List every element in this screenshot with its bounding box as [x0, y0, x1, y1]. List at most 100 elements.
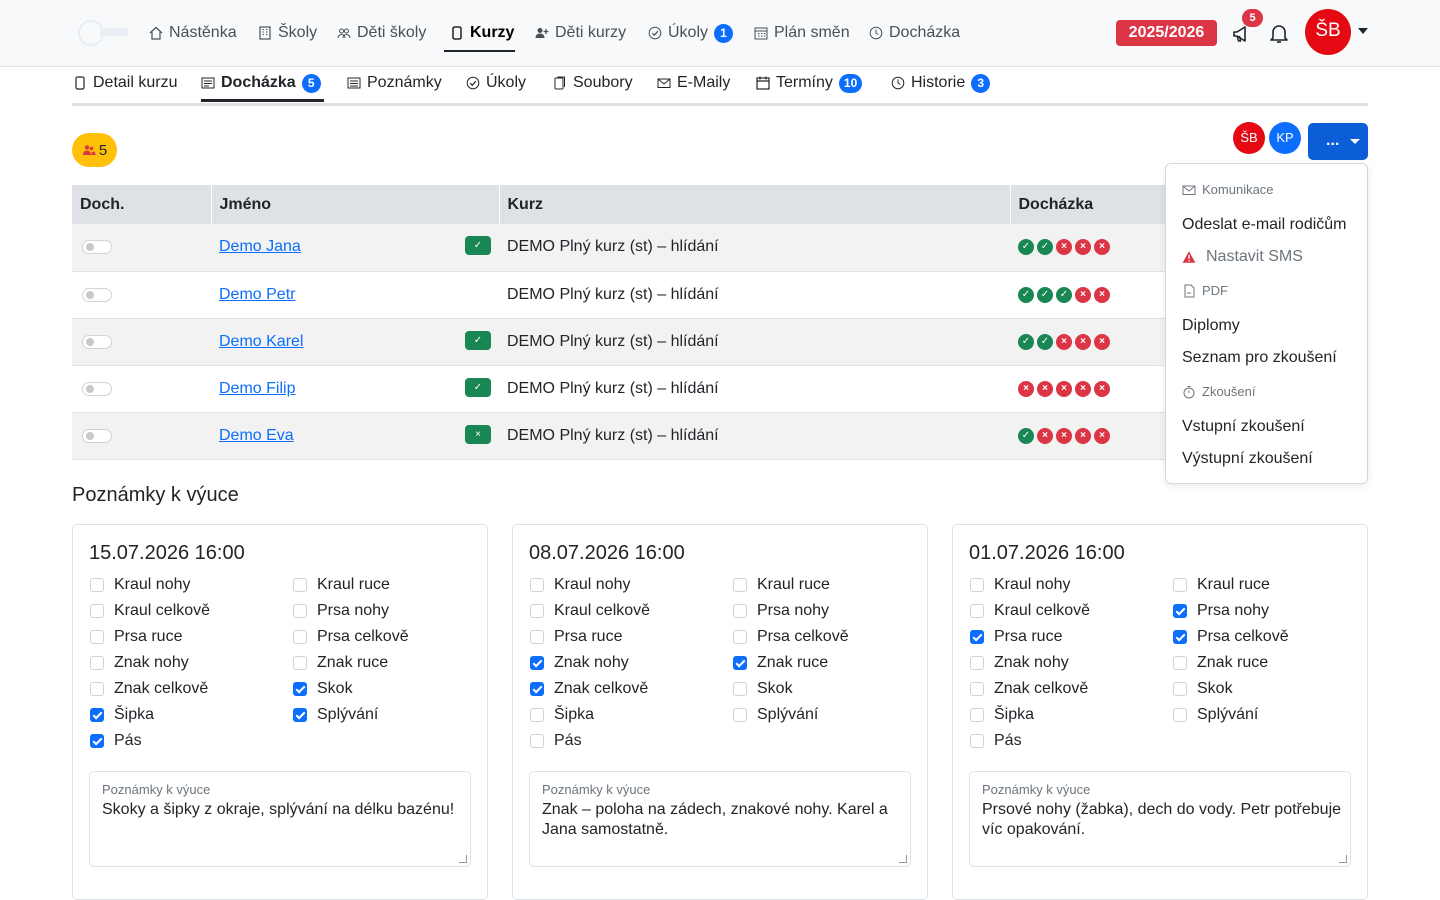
skill-checkbox[interactable]: Pás	[530, 732, 582, 750]
checkbox-box[interactable]	[970, 708, 984, 722]
checkbox-box[interactable]	[293, 578, 307, 592]
school-year-badge[interactable]: 2025/2026	[1116, 20, 1217, 46]
absent-icon[interactable]: ×	[1018, 380, 1034, 397]
status-badge[interactable]: ✓	[465, 377, 491, 397]
student-name-link[interactable]: Demo Petr	[219, 286, 295, 303]
dropdown-item-nastavit-sms[interactable]: Nastavit SMS	[1182, 248, 1303, 266]
present-icon[interactable]: ✓	[1056, 286, 1072, 303]
checkbox-box[interactable]	[90, 656, 104, 670]
nav-item-nastenka[interactable]: Nástěnka	[149, 22, 237, 44]
skill-checkbox[interactable]: Kraul ruce	[293, 576, 390, 594]
checkbox-box[interactable]	[733, 656, 747, 670]
absent-icon[interactable]: ×	[1056, 239, 1072, 256]
skill-checkbox[interactable]: Znak nohy	[970, 654, 1069, 672]
checkbox-box[interactable]	[90, 708, 104, 722]
absent-icon[interactable]: ×	[1094, 286, 1110, 303]
lesson-notes-textarea[interactable]: Poznámky k výuce Znak – poloha na zádech,…	[529, 771, 911, 867]
status-badge[interactable]: ✓	[465, 236, 491, 256]
present-icon[interactable]: ✓	[1018, 286, 1034, 303]
skill-checkbox[interactable]: Prsa nohy	[733, 602, 829, 620]
checkbox-box[interactable]	[1173, 604, 1187, 618]
checkbox-box[interactable]	[530, 630, 544, 644]
nav-item-plan-smen[interactable]: Plán směn	[754, 22, 850, 44]
nav-item-deti-skoly[interactable]: Děti školy	[337, 22, 426, 44]
checkbox-box[interactable]	[90, 682, 104, 696]
skill-checkbox[interactable]: Kraul celkově	[90, 602, 210, 620]
skill-checkbox[interactable]: Prsa ruce	[530, 628, 622, 646]
nav-item-deti-kurzy[interactable]: Děti kurzy	[535, 22, 626, 44]
checkbox-box[interactable]	[90, 604, 104, 618]
skill-checkbox[interactable]: Prsa nohy	[1173, 602, 1269, 620]
checkbox-box[interactable]	[1173, 708, 1187, 722]
skill-checkbox[interactable]: Znak ruce	[733, 654, 828, 672]
present-icon[interactable]: ✓	[1037, 333, 1053, 350]
absent-icon[interactable]: ×	[1075, 333, 1091, 350]
skill-checkbox[interactable]: Znak ruce	[293, 654, 388, 672]
skill-checkbox[interactable]: Znak ruce	[1173, 654, 1268, 672]
checkbox-box[interactable]	[530, 708, 544, 722]
skill-checkbox[interactable]: Pás	[90, 732, 142, 750]
skill-checkbox[interactable]: Prsa celkově	[293, 628, 409, 646]
resize-handle[interactable]	[899, 855, 907, 863]
status-badge[interactable]: ×	[465, 424, 491, 444]
skill-checkbox[interactable]: Kraul celkově	[530, 602, 650, 620]
checkbox-box[interactable]	[733, 682, 747, 696]
absent-icon[interactable]: ×	[1056, 333, 1072, 350]
skill-checkbox[interactable]: Prsa ruce	[970, 628, 1062, 646]
skill-checkbox[interactable]: Skok	[293, 680, 353, 698]
skill-checkbox[interactable]: Znak celkově	[90, 680, 208, 698]
skill-checkbox[interactable]: Znak celkově	[970, 680, 1088, 698]
resize-handle[interactable]	[459, 855, 467, 863]
present-icon[interactable]: ✓	[1037, 286, 1053, 303]
dropdown-item-seznam-zkouseni[interactable]: Seznam pro zkoušení	[1182, 349, 1337, 367]
checkbox-box[interactable]	[293, 708, 307, 722]
nav-item-kurzy[interactable]: Kurzy	[450, 22, 514, 44]
dropdown-item-diplomy[interactable]: Diplomy	[1182, 317, 1240, 335]
people-count-pill[interactable]: 5	[72, 133, 117, 167]
skill-checkbox[interactable]: Znak nohy	[530, 654, 629, 672]
skill-checkbox[interactable]: Prsa celkově	[733, 628, 849, 646]
student-name-link[interactable]: Demo Karel	[219, 333, 303, 350]
lesson-notes-textarea[interactable]: Poznámky k výuce Skoky a šipky z okraje, …	[89, 771, 471, 867]
absent-icon[interactable]: ×	[1037, 427, 1053, 444]
checkbox-box[interactable]	[733, 708, 747, 722]
checkbox-box[interactable]	[530, 734, 544, 748]
absent-icon[interactable]: ×	[1075, 380, 1091, 397]
skill-checkbox[interactable]: Šipka	[970, 706, 1034, 724]
checkbox-box[interactable]	[90, 734, 104, 748]
student-name-link[interactable]: Demo Eva	[219, 427, 294, 444]
skill-checkbox[interactable]: Skok	[1173, 680, 1233, 698]
checkbox-box[interactable]	[1173, 578, 1187, 592]
tab-historie[interactable]: Historie 3	[891, 72, 991, 94]
checkbox-box[interactable]	[970, 604, 984, 618]
checkbox-box[interactable]	[90, 630, 104, 644]
chevron-down-icon[interactable]	[1358, 28, 1368, 34]
checkbox-box[interactable]	[530, 682, 544, 696]
col-header-jmeno[interactable]: Jméno	[211, 185, 500, 224]
checkbox-box[interactable]	[1173, 630, 1187, 644]
tab-terminy[interactable]: Termíny 10	[756, 72, 863, 94]
skill-checkbox[interactable]: Splývání	[1173, 706, 1258, 724]
checkbox-box[interactable]	[733, 578, 747, 592]
tab-detail-kurzu[interactable]: Detail kurzu	[73, 72, 177, 94]
tab-soubory[interactable]: Soubory	[553, 72, 633, 94]
status-badge[interactable]: ✓	[465, 330, 491, 350]
absent-icon[interactable]: ×	[1056, 427, 1072, 444]
more-actions-button[interactable]: ...	[1308, 123, 1368, 160]
skill-checkbox[interactable]: Kraul celkově	[970, 602, 1090, 620]
absent-icon[interactable]: ×	[1094, 427, 1110, 444]
nav-item-skoly[interactable]: Školy	[258, 22, 317, 44]
tab-poznamky[interactable]: Poznámky	[347, 72, 442, 94]
checkbox-box[interactable]	[970, 630, 984, 644]
absent-icon[interactable]: ×	[1075, 427, 1091, 444]
checkbox-box[interactable]	[530, 604, 544, 618]
present-icon[interactable]: ✓	[1018, 427, 1034, 444]
student-name-link[interactable]: Demo Jana	[219, 238, 301, 255]
app-logo[interactable]	[78, 18, 130, 48]
skill-checkbox[interactable]: Prsa celkově	[1173, 628, 1289, 646]
absent-icon[interactable]: ×	[1094, 239, 1110, 256]
checkbox-box[interactable]	[293, 604, 307, 618]
nav-item-ukoly[interactable]: Úkoly 1	[648, 22, 734, 44]
student-name-link[interactable]: Demo Filip	[219, 380, 295, 397]
skill-checkbox[interactable]: Kraul ruce	[733, 576, 830, 594]
